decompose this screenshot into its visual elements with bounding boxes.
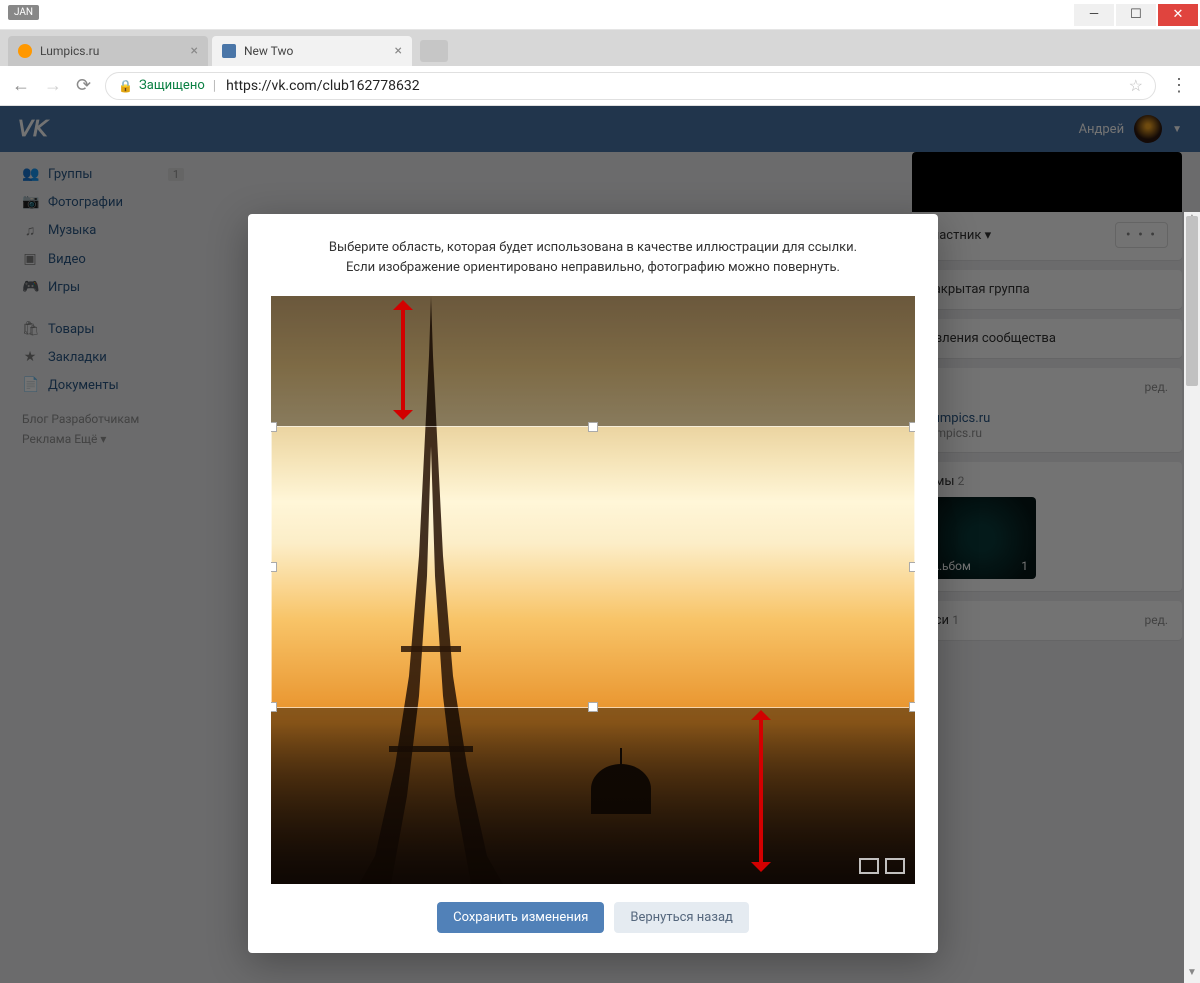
scrollbar-thumb[interactable]: [1186, 216, 1198, 386]
annotation-arrow: [401, 306, 405, 414]
lock-icon: 🔒: [118, 79, 133, 93]
tab-title: New Two: [244, 44, 293, 58]
tab-title: Lumpics.ru: [40, 44, 99, 58]
modal-footer: Сохранить изменения Вернуться назад: [268, 902, 918, 933]
secure-label: Защищено: [139, 78, 205, 93]
forward-icon[interactable]: →: [44, 75, 62, 96]
back-icon[interactable]: ←: [12, 75, 30, 96]
bookmark-star-icon[interactable]: ☆: [1129, 76, 1143, 95]
window-maximize-button[interactable]: ☐: [1116, 4, 1156, 26]
browser-tab-vk[interactable]: New Two ×: [212, 36, 412, 66]
page-viewport: 𝘝𝘒 Андрей ▼ 👥Группы1 📷Фотографии ♫Музыка…: [0, 106, 1200, 983]
crop-handle[interactable]: [588, 422, 598, 432]
browser-tabstrip: Lumpics.ru × New Two ×: [0, 30, 1200, 66]
annotation-arrow: [759, 716, 763, 866]
window-close-button[interactable]: ✕: [1158, 4, 1198, 26]
window-titlebar: JAN — ☐ ✕: [0, 0, 1200, 30]
crop-handle[interactable]: [909, 422, 915, 432]
crop-selection[interactable]: [271, 426, 915, 708]
url-text: https://vk.com/club162778632: [226, 78, 419, 94]
rotate-left-icon[interactable]: [859, 858, 879, 874]
crop-modal: Выберите область, которая будет использо…: [248, 214, 938, 953]
rotate-right-icon[interactable]: [885, 858, 905, 874]
crop-handle[interactable]: [271, 562, 277, 572]
crop-handle[interactable]: [909, 562, 915, 572]
new-tab-button[interactable]: [420, 40, 448, 62]
browser-toolbar: ← → ⟳ 🔒 Защищено | https://vk.com/club16…: [0, 66, 1200, 106]
rotate-controls: [859, 858, 905, 874]
crop-shade-top: [271, 296, 915, 426]
crop-handle[interactable]: [909, 702, 915, 712]
address-bar[interactable]: 🔒 Защищено | https://vk.com/club16277863…: [105, 72, 1156, 100]
scroll-down-icon[interactable]: ▼: [1184, 967, 1200, 983]
reload-icon[interactable]: ⟳: [76, 75, 91, 96]
save-button[interactable]: Сохранить изменения: [437, 902, 604, 933]
browser-menu-icon[interactable]: ⋮: [1170, 75, 1188, 96]
separator: |: [213, 78, 216, 94]
close-icon[interactable]: ×: [191, 43, 198, 59]
ext-badge: JAN: [8, 5, 39, 20]
crop-handle[interactable]: [271, 422, 277, 432]
modal-instructions: Выберите область, которая будет использо…: [268, 238, 918, 278]
browser-tab-lumpics[interactable]: Lumpics.ru ×: [8, 36, 208, 66]
crop-shade-bottom: [271, 708, 915, 884]
back-button[interactable]: Вернуться назад: [614, 902, 749, 933]
favicon-icon: [18, 44, 32, 58]
window-minimize-button[interactable]: —: [1074, 4, 1114, 26]
close-icon[interactable]: ×: [395, 43, 402, 59]
page-scrollbar[interactable]: ▲ ▼: [1184, 212, 1200, 983]
crop-handle[interactable]: [271, 702, 277, 712]
crop-handle[interactable]: [588, 702, 598, 712]
crop-canvas[interactable]: [271, 296, 915, 884]
favicon-icon: [222, 44, 236, 58]
